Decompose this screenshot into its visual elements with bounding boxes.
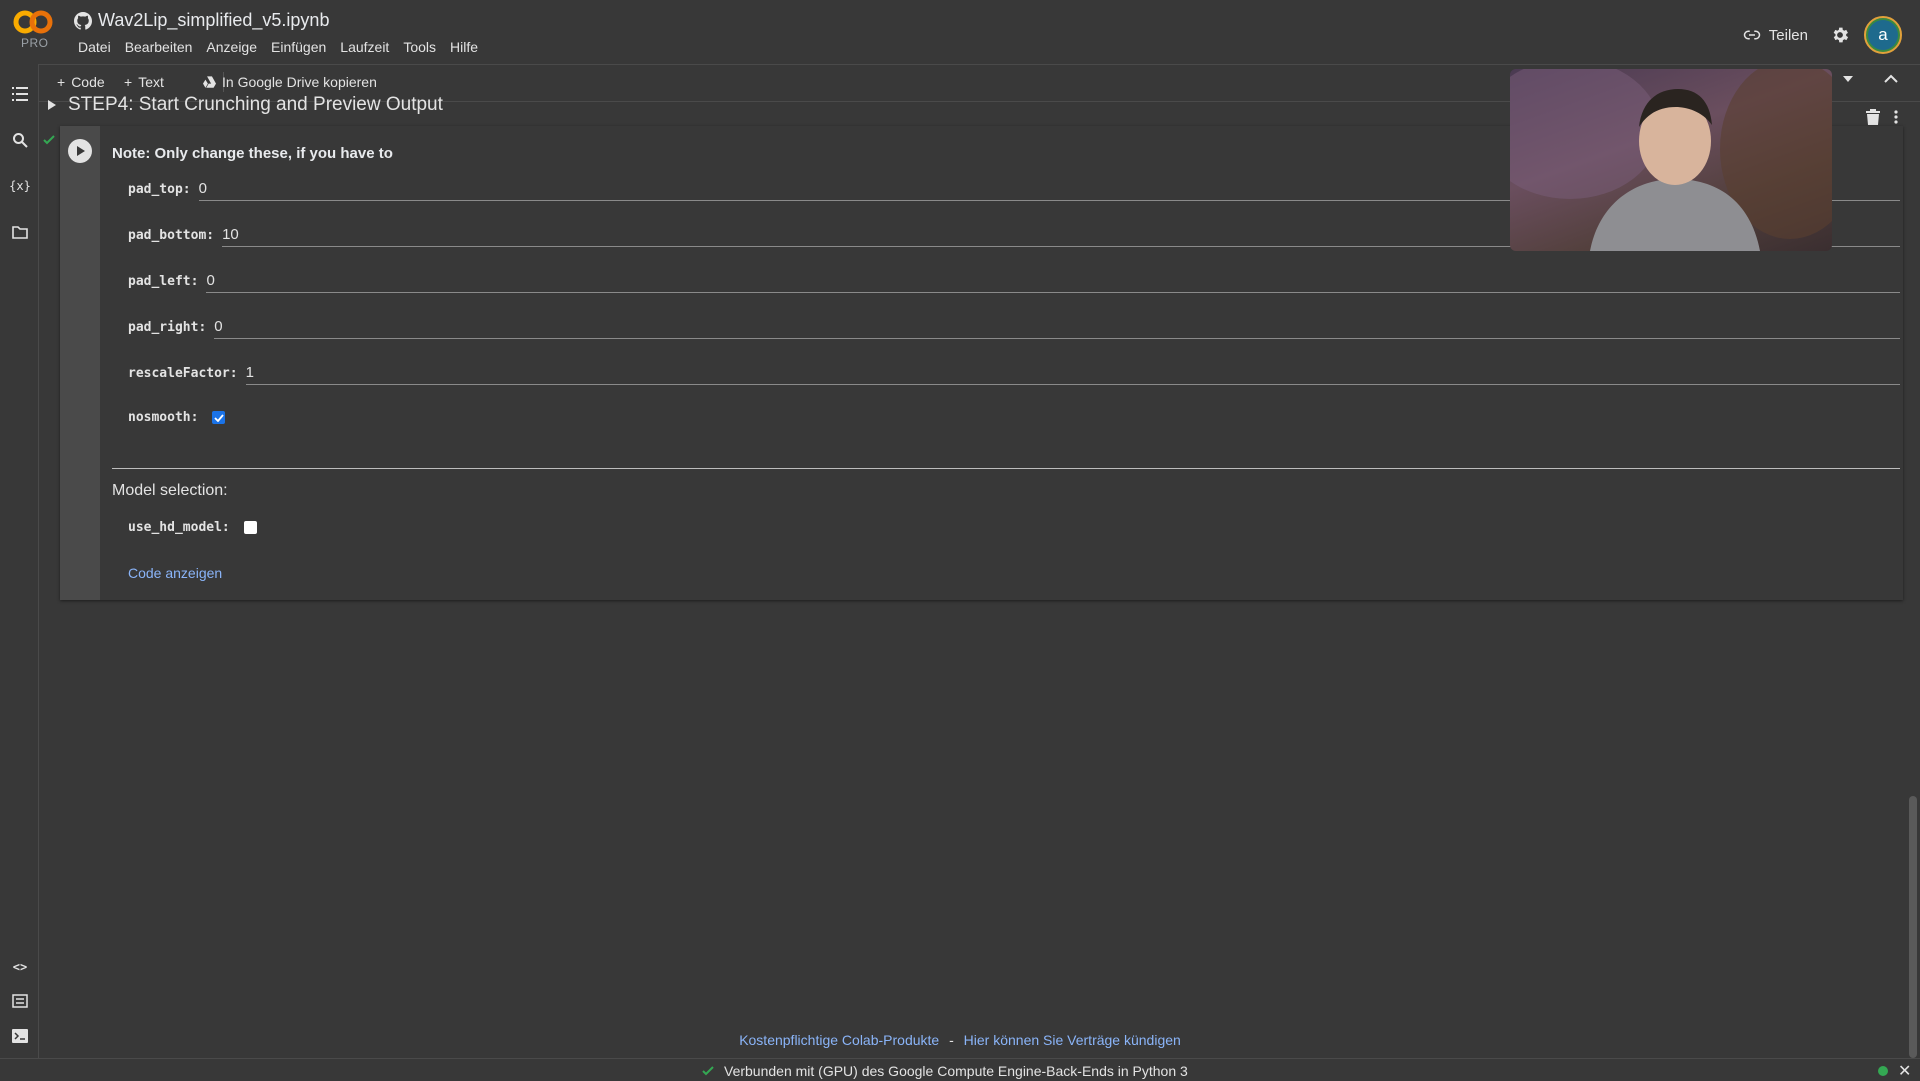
field-use-hd-model: use_hd_model: (128, 520, 257, 539)
pad-left-label: pad_left: (128, 274, 199, 289)
scrollbar-thumb[interactable] (1909, 796, 1917, 1058)
footer-links: Kostenpflichtige Colab-Produkte - Hier k… (0, 1032, 1920, 1048)
cell-toolbar (1866, 109, 1898, 125)
add-text-label: Text (138, 74, 164, 90)
pro-badge: PRO (21, 36, 49, 50)
command-palette-icon[interactable] (10, 991, 30, 1011)
form-divider (112, 468, 1900, 469)
copy-to-drive-label: In Google Drive kopieren (222, 74, 377, 90)
folder-icon[interactable] (10, 222, 30, 242)
plus-icon: + (124, 74, 133, 90)
header-bar: PRO Wav2Lip_simplified_v5.ipynb Datei Be… (0, 0, 1920, 64)
drive-icon (203, 76, 216, 88)
menu-bar: Datei Bearbeiten Anzeige Einfügen Laufze… (71, 39, 485, 55)
toolbar-collapse-controls (1842, 74, 1898, 83)
field-pad-left: pad_left: (128, 272, 1900, 293)
chevron-down-icon[interactable] (1842, 75, 1854, 83)
form-note: Note: Only change these, if you have to (112, 145, 393, 162)
search-icon[interactable] (10, 130, 30, 150)
menu-einfuegen[interactable]: Einfügen (264, 39, 333, 55)
play-icon (77, 146, 85, 156)
field-rescale-factor: rescaleFactor: (128, 364, 1900, 385)
plus-icon: + (57, 74, 66, 90)
add-text-button[interactable]: + Text (124, 74, 164, 90)
checkmark-icon (214, 413, 224, 422)
pad-bottom-label: pad_bottom: (128, 228, 215, 243)
add-code-label: Code (71, 74, 105, 90)
close-icon[interactable]: ✕ (1898, 1061, 1911, 1081)
person-video-image (1510, 69, 1832, 251)
notebook-title[interactable]: Wav2Lip_simplified_v5.ipynb (74, 10, 329, 31)
section-heading[interactable]: STEP4: Start Crunching and Preview Outpu… (48, 94, 443, 116)
cancel-contracts-link[interactable]: Hier können Sie Verträge kündigen (964, 1032, 1181, 1048)
table-of-contents-icon[interactable] (10, 84, 30, 104)
model-selection-heading: Model selection: (112, 482, 228, 499)
share-label: Teilen (1768, 26, 1808, 44)
menu-anzeige[interactable]: Anzeige (199, 39, 264, 55)
rescale-factor-input[interactable] (245, 364, 1900, 385)
paid-products-link[interactable]: Kostenpflichtige Colab-Produkte (739, 1032, 939, 1048)
pad-left-input[interactable] (206, 272, 1900, 293)
menu-laufzeit[interactable]: Laufzeit (333, 39, 396, 55)
cell-gutter (60, 126, 100, 600)
caret-right-icon[interactable] (48, 100, 56, 110)
code-snippets-icon[interactable]: <> (10, 957, 30, 977)
pad-top-label: pad_top: (128, 182, 191, 197)
copy-to-drive-button[interactable]: In Google Drive kopieren (203, 74, 377, 90)
run-cell-button[interactable] (68, 139, 92, 163)
link-icon (1743, 30, 1761, 40)
connection-status-text: Verbunden mit (GPU) des Google Compute E… (724, 1063, 1188, 1079)
use-hd-model-label: use_hd_model: (128, 520, 230, 535)
show-code-link[interactable]: Code anzeigen (128, 565, 222, 581)
connection-status[interactable]: Verbunden mit (GPU) des Google Compute E… (702, 1063, 1188, 1079)
header-actions: Teilen a (1735, 16, 1902, 54)
webcam-overlay (1510, 69, 1832, 251)
pad-right-label: pad_right: (128, 320, 207, 335)
status-bar: Verbunden mit (GPU) des Google Compute E… (0, 1058, 1920, 1081)
use-hd-model-checkbox[interactable] (243, 521, 257, 534)
variables-icon[interactable]: {x} (9, 176, 31, 196)
menu-datei[interactable]: Datei (71, 39, 118, 55)
rescale-factor-label: rescaleFactor: (128, 366, 238, 381)
nosmooth-label: nosmooth: (128, 410, 199, 425)
menu-hilfe[interactable]: Hilfe (443, 39, 485, 55)
nosmooth-checkbox[interactable] (212, 411, 226, 424)
gear-icon[interactable] (1830, 25, 1850, 45)
menu-tools[interactable]: Tools (396, 39, 443, 55)
pad-right-input[interactable] (214, 318, 1900, 339)
more-vert-icon[interactable] (1894, 110, 1898, 124)
left-sidebar: {x} <> (0, 64, 39, 1060)
add-code-button[interactable]: + Code (57, 74, 105, 90)
notebook-filename[interactable]: Wav2Lip_simplified_v5.ipynb (98, 10, 329, 31)
colab-logo-icon (13, 10, 53, 34)
delete-icon[interactable] (1866, 109, 1880, 125)
check-icon (43, 135, 55, 145)
avatar[interactable]: a (1864, 16, 1902, 54)
field-nosmooth: nosmooth: (128, 410, 226, 429)
field-pad-right: pad_right: (128, 318, 1900, 339)
connected-indicator (1878, 1066, 1888, 1076)
colab-logo[interactable]: PRO (12, 8, 56, 54)
check-icon (702, 1066, 714, 1076)
footer-separator: - (949, 1032, 954, 1048)
avatar-letter: a (1878, 25, 1888, 44)
section-title: STEP4: Start Crunching and Preview Outpu… (68, 94, 443, 115)
github-icon (74, 11, 92, 30)
share-button[interactable]: Teilen (1735, 22, 1816, 48)
chevron-up-icon[interactable] (1884, 74, 1898, 83)
menu-bearbeiten[interactable]: Bearbeiten (118, 39, 200, 55)
